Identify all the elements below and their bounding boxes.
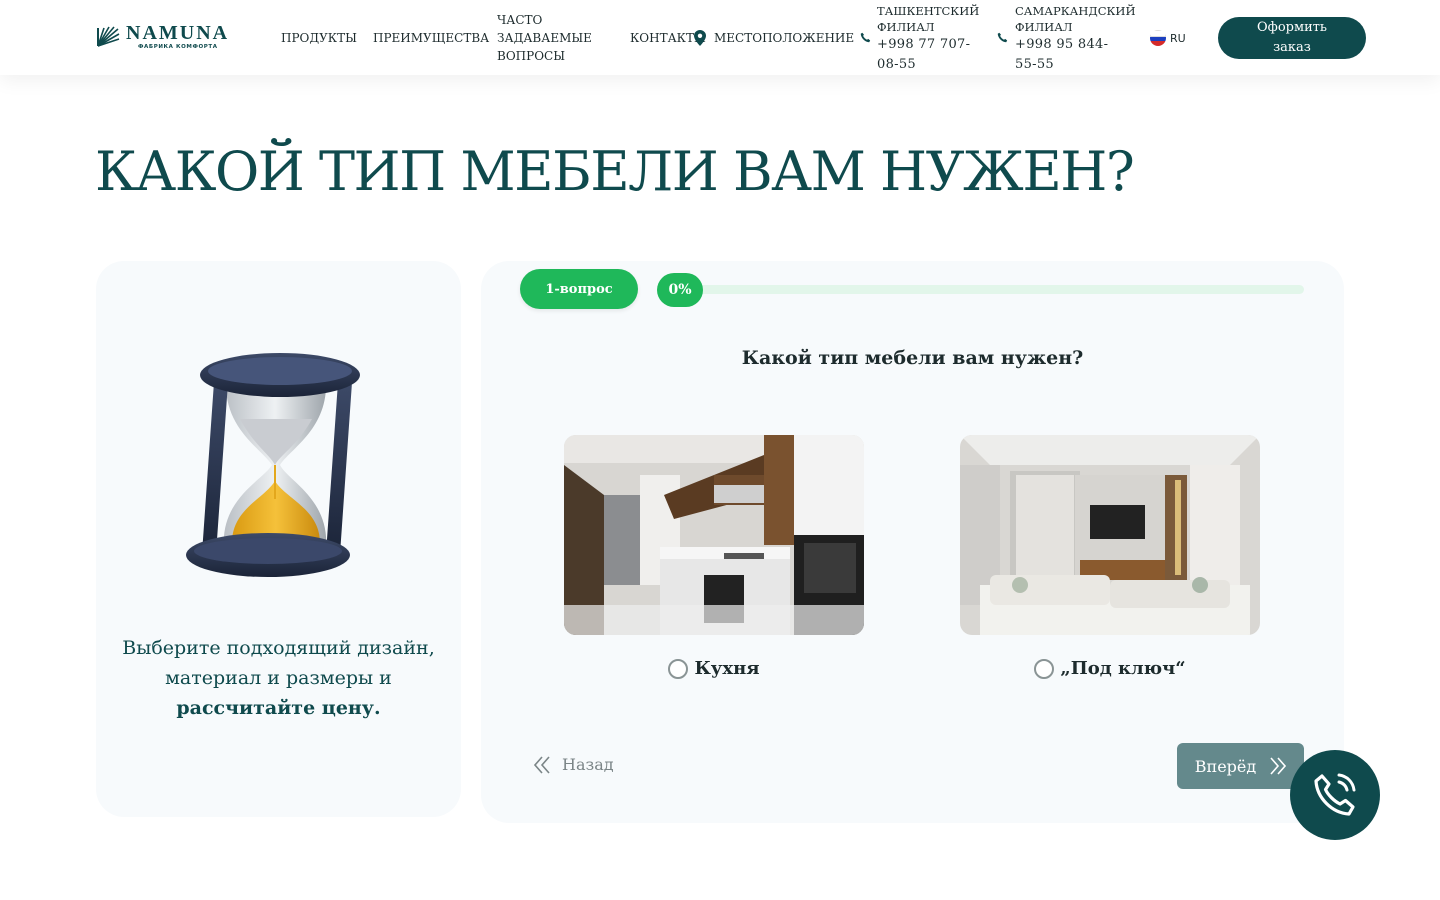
logo[interactable]: NAMUNA ФАБРИКА КОМФОРТА — [96, 22, 230, 50]
info-text-bold: рассчитайте цену. — [176, 697, 381, 719]
progress-bar — [659, 285, 1304, 294]
location-pin-icon — [694, 30, 706, 46]
option-radio[interactable] — [1034, 658, 1055, 679]
language-switcher[interactable]: RU — [1150, 30, 1186, 46]
info-text-regular: Выберите подходящий дизайн, материал и р… — [122, 637, 435, 689]
option-label: Кухня — [694, 658, 760, 679]
step-badge: 1-вопрос — [520, 269, 638, 309]
logo-subtitle: ФАБРИКА КОМФОРТА — [138, 44, 218, 50]
double-chevron-left-icon — [534, 755, 550, 774]
order-button[interactable]: Оформить заказ — [1218, 17, 1366, 59]
call-button[interactable] — [1290, 750, 1380, 840]
nav-advantages[interactable]: ПРЕИМУЩЕСТВА — [373, 29, 489, 47]
progress-percent: 0% — [657, 273, 703, 307]
question-text: Какой тип мебели вам нужен? — [741, 347, 1084, 369]
logo-fan-icon — [97, 26, 120, 47]
kitchen-photo[interactable] — [564, 435, 864, 635]
option-label: „Под ключ“ — [1060, 658, 1186, 679]
branch-phone[interactable]: +998 95 844-55-55 — [1015, 35, 1125, 75]
branch-label: ТАШКЕНТСКИЙ ФИЛИАЛ — [877, 4, 980, 34]
branch-phone[interactable]: +998 77 707-08-55 — [877, 35, 977, 75]
option-radio[interactable] — [668, 658, 689, 679]
double-chevron-right-icon — [1270, 757, 1287, 775]
branch-samarkand[interactable]: САМАРКАНДСКИЙ ФИЛИАЛ +998 95 844-55-55 — [1015, 3, 1136, 75]
page-title: КАКОЙ ТИП МЕБЕЛИ ВАМ НУЖЕН? — [95, 140, 1135, 203]
option-kitchen[interactable]: Кухня — [564, 435, 864, 679]
info-card: Выберите подходящий дизайн, материал и р… — [96, 261, 461, 817]
nav-faq[interactable]: ЧАСТО ЗАДАВАЕМЫЕ ВОПРОСЫ — [497, 11, 607, 65]
branch-tashkent[interactable]: ТАШКЕНТСКИЙ ФИЛИАЛ +998 77 707-08-55 — [877, 3, 980, 75]
next-button[interactable]: Вперёд — [1177, 743, 1304, 789]
site-header: NAMUNA ФАБРИКА КОМФОРТА ПРОДУКТЫ ПРЕИМУЩ… — [0, 0, 1440, 75]
back-button[interactable]: Назад — [534, 755, 614, 774]
nav-location[interactable]: МЕСТОПОЛОЖЕНИЕ — [714, 29, 854, 47]
nav-products[interactable]: ПРОДУКТЫ — [281, 29, 357, 47]
next-label: Вперёд — [1194, 756, 1257, 776]
hourglass-icon — [186, 353, 360, 577]
option-turnkey[interactable]: „Под ключ“ — [960, 435, 1260, 679]
quiz-card: 1-вопрос 0% Какой тип мебели вам нужен? — [481, 261, 1344, 823]
phone-icon — [997, 32, 1008, 43]
phone-icon — [860, 32, 871, 43]
language-label: RU — [1170, 31, 1186, 45]
logo-name: NAMUNA — [126, 22, 230, 44]
phone-call-icon — [1314, 773, 1356, 816]
info-text: Выберите подходящий дизайн, материал и р… — [116, 633, 441, 723]
branch-label: САМАРКАНДСКИЙ ФИЛИАЛ — [1015, 4, 1136, 34]
russia-flag-icon — [1150, 30, 1166, 46]
living-room-photo[interactable] — [960, 435, 1260, 635]
back-label: Назад — [562, 755, 614, 774]
